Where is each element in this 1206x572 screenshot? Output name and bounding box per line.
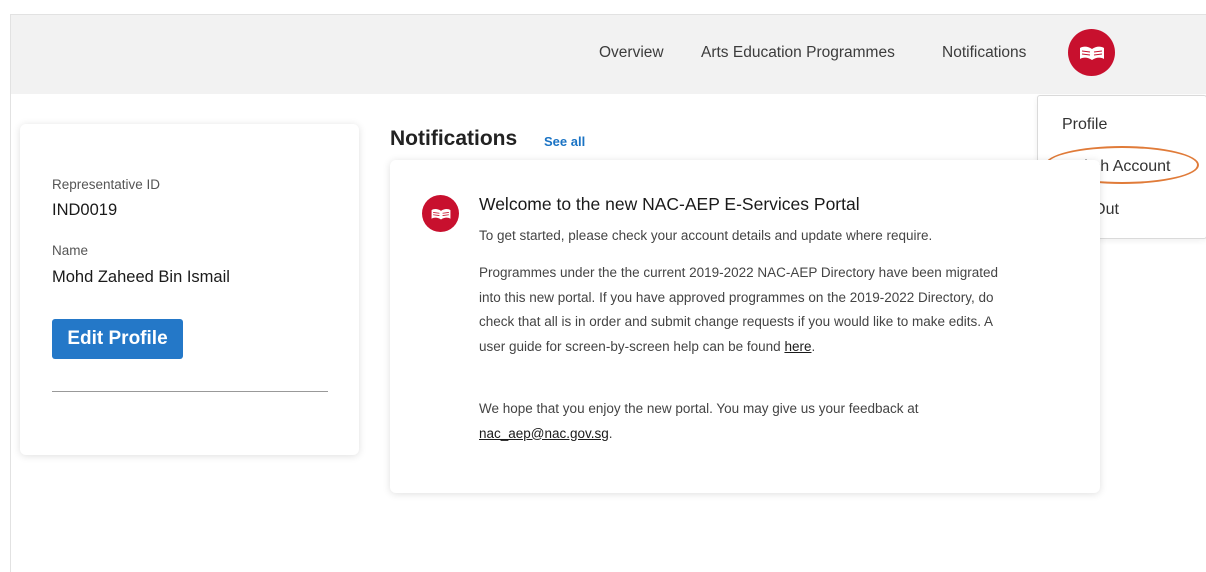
notification-avatar bbox=[422, 195, 459, 232]
profile-card: Representative ID IND0019 Name Mohd Zahe… bbox=[20, 124, 359, 455]
notification-paragraph-feedback: We hope that you enjoy the new portal. Y… bbox=[479, 397, 1019, 446]
card-divider bbox=[52, 391, 328, 392]
feedback-email-link[interactable]: nac_aep@nac.gov.sg bbox=[479, 426, 609, 441]
notification-subtitle: To get started, please check your accoun… bbox=[479, 228, 933, 243]
migration-text: Programmes under the the current 2019-20… bbox=[479, 265, 999, 354]
menu-item-profile[interactable]: Profile bbox=[1062, 116, 1107, 134]
notifications-heading: Notifications bbox=[390, 127, 518, 150]
representative-id-label: Representative ID bbox=[52, 177, 161, 192]
notification-title: Welcome to the new NAC-AEP E-Services Po… bbox=[479, 194, 860, 214]
see-all-link[interactable]: See all bbox=[544, 134, 585, 149]
user-guide-link[interactable]: here bbox=[784, 339, 811, 354]
window-border-left bbox=[10, 14, 11, 572]
name-value: Mohd Zaheed Bin Ismail bbox=[52, 268, 230, 286]
migration-text-end: . bbox=[811, 338, 816, 354]
notification-paragraph-migration: Programmes under the the current 2019-20… bbox=[479, 261, 1019, 359]
nav-link-overview[interactable]: Overview bbox=[599, 44, 664, 62]
notification-card: Welcome to the new NAC-AEP E-Services Po… bbox=[390, 160, 1100, 493]
feedback-text-end: . bbox=[608, 425, 613, 441]
representative-id-value: IND0019 bbox=[52, 201, 118, 219]
book-logo-icon bbox=[431, 208, 450, 219]
nav-link-notifications[interactable]: Notifications bbox=[942, 44, 1026, 62]
book-logo-icon bbox=[1079, 46, 1104, 60]
account-avatar-button[interactable] bbox=[1068, 29, 1115, 76]
nav-link-arts-education-programmes[interactable]: Arts Education Programmes bbox=[701, 44, 895, 62]
feedback-text: We hope that you enjoy the new portal. Y… bbox=[479, 401, 919, 416]
name-label: Name bbox=[52, 243, 89, 258]
edit-profile-button[interactable]: Edit Profile bbox=[52, 319, 183, 359]
